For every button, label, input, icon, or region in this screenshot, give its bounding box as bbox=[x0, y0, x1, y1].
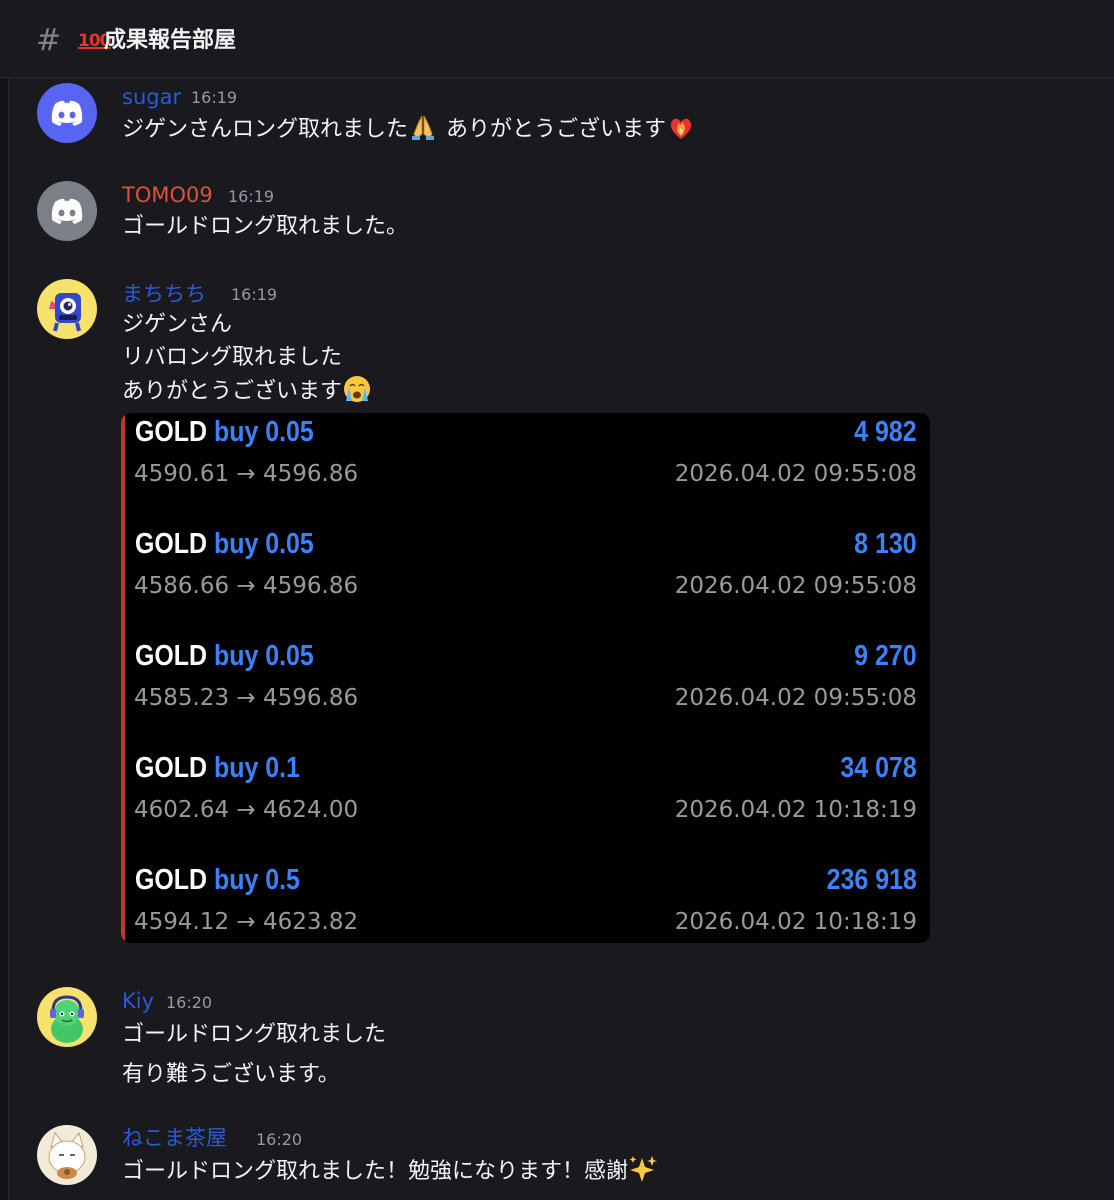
trade-profit: 236 918 bbox=[826, 864, 917, 896]
message-text: ジゲンさん リバロング取れました ありがとうございます bbox=[122, 308, 372, 408]
trade-prices: 4585.23 → 4596.86 bbox=[134, 685, 359, 711]
message-line: ジゲンさん bbox=[122, 312, 233, 337]
trade-prices: 4594.12 → 4623.82 bbox=[134, 909, 359, 935]
fire-heart-icon bbox=[670, 118, 692, 139]
username-sugar[interactable]: sugar bbox=[122, 85, 181, 109]
trade-profit: 8 130 bbox=[854, 528, 917, 560]
trade-prices: 4602.64 → 4624.00 bbox=[134, 797, 359, 823]
trade-profit: 34 078 bbox=[840, 752, 917, 784]
avatar-tomo09[interactable] bbox=[37, 181, 97, 241]
trade-prices: 4590.61 → 4596.86 bbox=[134, 461, 359, 487]
timestamp: 16:20 bbox=[166, 993, 213, 1012]
trade-row: GOLD buy 0.05 8 130 4586.66 → 4596.86 20… bbox=[121, 525, 930, 637]
discord-logo-icon bbox=[51, 198, 83, 224]
message-line: リバロング取れました bbox=[122, 345, 343, 370]
avatar-machichichi[interactable] bbox=[37, 279, 97, 339]
username-tomo09[interactable]: TOMO09 bbox=[122, 183, 213, 207]
message-line: ありがとうございます bbox=[122, 379, 343, 404]
channel-header: # 100 成果報告部屋 bbox=[0, 0, 1114, 78]
username-nekoma-chaya[interactable]: ねこま茶屋 bbox=[122, 1126, 227, 1150]
trade-row: GOLD buy 0.1 34 078 4602.64 → 4624.00 20… bbox=[121, 749, 930, 861]
trade-symbol: GOLD bbox=[135, 752, 208, 784]
channel-hash-icon: # bbox=[36, 23, 62, 58]
message-text: ジゲンさんロング取れました ありがとうございます bbox=[122, 112, 696, 146]
avatar-kiy[interactable] bbox=[37, 987, 97, 1047]
channel-title[interactable]: 成果報告部屋 bbox=[104, 27, 236, 55]
trade-symbol: GOLD bbox=[135, 864, 208, 896]
trade-history-image[interactable]: GOLD buy 0.05 4 982 4590.61 → 4596.86 20… bbox=[121, 413, 930, 943]
trade-datetime: 2026.04.02 09:55:08 bbox=[674, 461, 917, 487]
trade-row: GOLD buy 0.05 9 270 4585.23 → 4596.86 20… bbox=[121, 637, 930, 749]
rail-divider bbox=[8, 0, 9, 1200]
message-line: ゴールドロング取れました！勉強になります！感謝 bbox=[122, 1159, 629, 1184]
message-text: ゴールドロング取れました 有り難うございます。 bbox=[122, 1015, 386, 1095]
avatar-nekoma-chaya[interactable] bbox=[37, 1125, 97, 1185]
trade-side: buy 0.05 bbox=[213, 416, 314, 448]
trade-datetime: 2026.04.02 10:18:19 bbox=[674, 797, 917, 823]
timestamp: 16:19 bbox=[228, 187, 275, 206]
trade-row: GOLD buy 0.05 4 982 4590.61 → 4596.86 20… bbox=[121, 413, 930, 525]
message-line: ゴールドロング取れました。 bbox=[122, 214, 409, 239]
message-line: ありがとうございます bbox=[446, 117, 667, 142]
trade-datetime: 2026.04.02 10:18:19 bbox=[674, 909, 917, 935]
trade-datetime: 2026.04.02 09:55:08 bbox=[674, 685, 917, 711]
timestamp: 16:20 bbox=[256, 1130, 303, 1149]
trade-symbol: GOLD bbox=[135, 528, 208, 560]
discord-logo-icon bbox=[51, 100, 83, 126]
message-text: ゴールドロング取れました！勉強になります！感謝 bbox=[122, 1154, 658, 1188]
server-rail bbox=[0, 0, 8, 1200]
message-line: ゴールドロング取れました bbox=[122, 1022, 387, 1047]
sparkles-icon bbox=[629, 1156, 658, 1182]
trade-side: buy 0.05 bbox=[213, 528, 314, 560]
message-text: ゴールドロング取れました。 bbox=[122, 210, 408, 243]
trade-side: buy 0.1 bbox=[213, 752, 300, 784]
message-line: ジゲンさんロング取れました bbox=[122, 117, 409, 142]
trade-row: GOLD buy 0.5 236 918 4594.12 → 4623.82 2… bbox=[121, 861, 930, 943]
trade-side: buy 0.5 bbox=[213, 864, 300, 896]
username-kiy[interactable]: Kiy bbox=[122, 989, 154, 1013]
username-machichichi[interactable]: まちちち bbox=[122, 282, 206, 306]
folded-hands-icon bbox=[412, 115, 435, 140]
trade-prices: 4586.66 → 4596.86 bbox=[134, 573, 359, 599]
green-character-icon bbox=[50, 995, 84, 1043]
blue-monster-icon bbox=[49, 293, 81, 332]
trade-profit: 4 982 bbox=[854, 416, 917, 448]
loudly-crying-face-icon bbox=[344, 376, 371, 402]
avatar-sugar[interactable] bbox=[37, 83, 97, 143]
trade-datetime: 2026.04.02 09:55:08 bbox=[674, 573, 917, 599]
trade-profit: 9 270 bbox=[854, 640, 917, 672]
white-cat-icon bbox=[48, 1131, 86, 1179]
trade-symbol: GOLD bbox=[135, 416, 208, 448]
timestamp: 16:19 bbox=[231, 285, 278, 304]
timestamp: 16:19 bbox=[191, 88, 238, 107]
message-line: 有り難うございます。 bbox=[122, 1062, 340, 1087]
trade-symbol: GOLD bbox=[135, 640, 208, 672]
trade-side: buy 0.05 bbox=[213, 640, 314, 672]
